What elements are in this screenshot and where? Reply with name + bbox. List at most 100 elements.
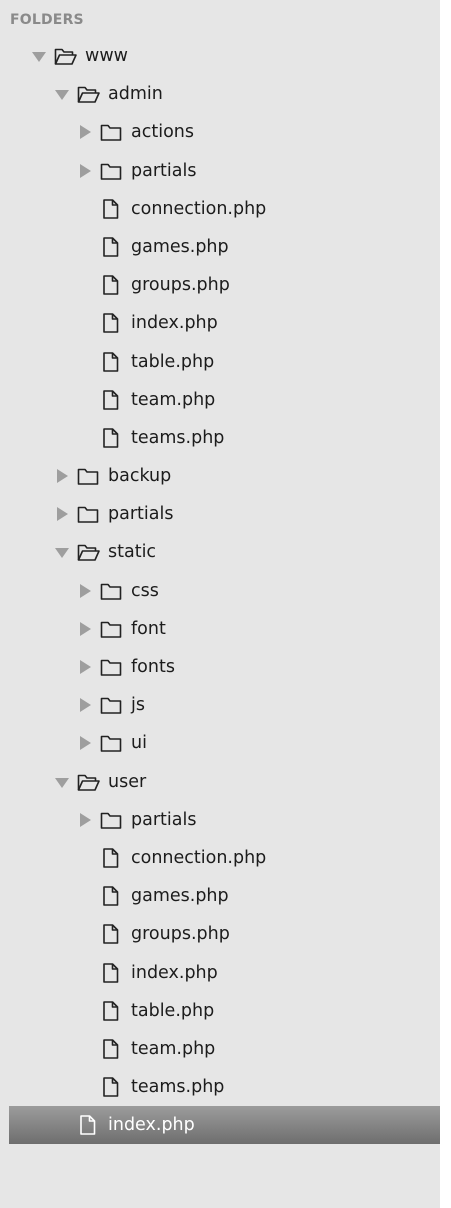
tree-folder-static-fonts[interactable]: fonts xyxy=(0,648,440,686)
triangle-down-icon[interactable] xyxy=(53,773,71,791)
tree-item-label: static xyxy=(108,542,157,563)
tree-item-label: teams.php xyxy=(131,427,225,448)
tree-item-label: backup xyxy=(108,466,172,487)
tree-file-user-index-php[interactable]: index.php xyxy=(0,954,440,992)
file-tree: www admin actions partials connection.php gam… xyxy=(0,37,440,1145)
folder-icon xyxy=(76,465,100,487)
folder-icon xyxy=(99,121,123,143)
triangle-right-icon[interactable] xyxy=(76,658,94,676)
tree-file-user-table-php[interactable]: table.php xyxy=(0,992,440,1030)
triangle-right-icon[interactable] xyxy=(76,123,94,141)
triangle-right-icon[interactable] xyxy=(76,734,94,752)
tree-file-admin-team-php[interactable]: team.php xyxy=(0,381,440,419)
tree-folder-static-css[interactable]: css xyxy=(0,572,440,610)
tree-item-label: index.php xyxy=(131,313,218,334)
file-icon xyxy=(99,1038,123,1060)
tree-folder-user-partials[interactable]: partials xyxy=(0,801,440,839)
folder-open-icon xyxy=(53,45,77,67)
triangle-right-icon[interactable] xyxy=(76,162,94,180)
tree-item-label: team.php xyxy=(131,389,216,410)
tree-item-label: teams.php xyxy=(131,1077,225,1098)
file-icon xyxy=(99,1076,123,1098)
tree-item-label: font xyxy=(131,618,166,639)
tree-folder-user[interactable]: user xyxy=(0,763,440,801)
folder-icon xyxy=(99,694,123,716)
tree-folder-admin-partials[interactable]: partials xyxy=(0,152,440,190)
tree-file-admin-index-php[interactable]: index.php xyxy=(0,304,440,342)
file-icon xyxy=(99,962,123,984)
folder-open-icon xyxy=(76,771,100,793)
tree-item-label: index.php xyxy=(108,1115,195,1136)
tree-file-user-team-php[interactable]: team.php xyxy=(0,1030,440,1068)
file-icon xyxy=(99,885,123,907)
folder-icon xyxy=(76,503,100,525)
triangle-down-icon[interactable] xyxy=(53,543,71,561)
folder-icon xyxy=(99,580,123,602)
tree-file-user-groups-php[interactable]: groups.php xyxy=(0,915,440,953)
tree-item-label: games.php xyxy=(131,886,229,907)
tree-folder-static-font[interactable]: font xyxy=(0,610,440,648)
tree-item-label: groups.php xyxy=(131,275,230,296)
folder-icon xyxy=(99,160,123,182)
file-icon xyxy=(99,236,123,258)
tree-folder-static-js[interactable]: js xyxy=(0,686,440,724)
tree-folder-static[interactable]: static xyxy=(0,533,440,571)
file-icon xyxy=(99,427,123,449)
triangle-right-icon[interactable] xyxy=(53,467,71,485)
folder-icon xyxy=(99,656,123,678)
triangle-down-icon[interactable] xyxy=(53,85,71,103)
tree-folder-admin-actions[interactable]: actions xyxy=(0,113,440,151)
folder-icon xyxy=(99,732,123,754)
tree-file-user-connection-php[interactable]: connection.php xyxy=(0,839,440,877)
folder-icon xyxy=(99,618,123,640)
tree-item-label: groups.php xyxy=(131,924,230,945)
tree-item-label: ui xyxy=(131,733,147,754)
tree-file-admin-teams-php[interactable]: teams.php xyxy=(0,419,440,457)
triangle-down-icon[interactable] xyxy=(30,47,48,65)
file-icon xyxy=(99,312,123,334)
file-icon xyxy=(76,1114,100,1136)
folders-sidebar: FOLDERS www admin actions partials connectio… xyxy=(0,0,440,1208)
tree-item-label: js xyxy=(131,695,145,716)
file-icon xyxy=(99,389,123,411)
tree-item-label: admin xyxy=(108,84,163,105)
triangle-right-icon[interactable] xyxy=(76,696,94,714)
tree-item-label: partials xyxy=(108,504,174,525)
tree-item-label: table.php xyxy=(131,351,215,372)
file-icon xyxy=(99,1000,123,1022)
triangle-right-icon[interactable] xyxy=(76,811,94,829)
tree-item-label: partials xyxy=(131,809,197,830)
file-icon xyxy=(99,847,123,869)
tree-item-label: connection.php xyxy=(131,198,267,219)
tree-file-index-php[interactable]: index.php xyxy=(9,1106,440,1145)
triangle-right-icon[interactable] xyxy=(53,505,71,523)
tree-item-label: www xyxy=(85,46,128,66)
tree-item-label: table.php xyxy=(131,1000,215,1021)
tree-file-user-games-php[interactable]: games.php xyxy=(0,877,440,915)
tree-folder-partials[interactable]: partials xyxy=(0,495,440,533)
tree-item-label: index.php xyxy=(131,962,218,983)
tree-item-label: games.php xyxy=(131,236,229,257)
tree-file-admin-table-php[interactable]: table.php xyxy=(0,343,440,381)
tree-folder-www[interactable]: www xyxy=(0,37,440,75)
tree-file-user-teams-php[interactable]: teams.php xyxy=(0,1068,440,1106)
tree-item-label: user xyxy=(108,771,147,792)
triangle-right-icon[interactable] xyxy=(76,582,94,600)
tree-file-admin-connection-php[interactable]: connection.php xyxy=(0,190,440,228)
tree-item-label: fonts xyxy=(131,657,175,677)
file-icon xyxy=(99,923,123,945)
tree-item-label: team.php xyxy=(131,1038,216,1059)
tree-item-label: partials xyxy=(131,160,197,181)
file-icon xyxy=(99,274,123,296)
folders-header: FOLDERS xyxy=(10,12,84,28)
folder-open-icon xyxy=(76,541,100,563)
tree-folder-admin[interactable]: admin xyxy=(0,75,440,113)
folder-open-icon xyxy=(76,83,100,105)
tree-file-admin-groups-php[interactable]: groups.php xyxy=(0,266,440,304)
tree-folder-backup[interactable]: backup xyxy=(0,457,440,495)
folder-icon xyxy=(99,809,123,831)
triangle-right-icon[interactable] xyxy=(76,620,94,638)
tree-item-label: connection.php xyxy=(131,847,267,868)
tree-file-admin-games-php[interactable]: games.php xyxy=(0,228,440,266)
tree-folder-static-ui[interactable]: ui xyxy=(0,724,440,762)
